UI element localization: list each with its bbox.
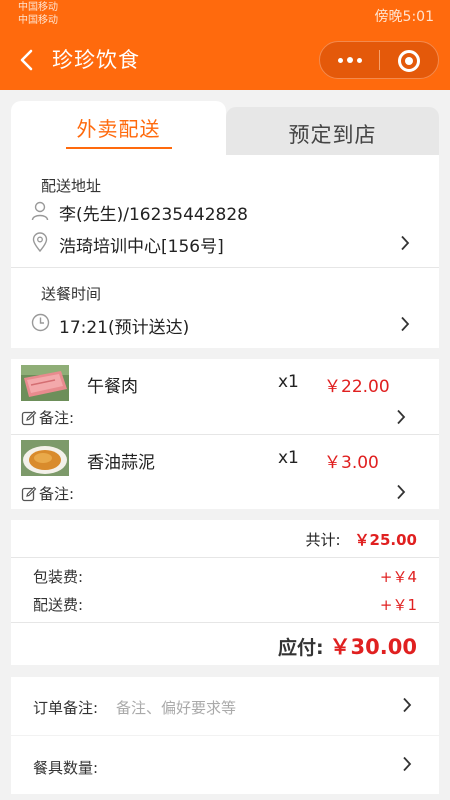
capsule-divider [379, 50, 380, 70]
location-pin-icon [32, 232, 48, 252]
payable-label: 应付: [277, 637, 324, 659]
tab-delivery-label: 外卖配送 [76, 117, 161, 141]
chevron-right-icon [401, 316, 410, 332]
tab-active-underline [66, 147, 172, 149]
note-label: 备注: [39, 409, 75, 427]
chevron-right-icon [403, 697, 412, 713]
chevron-right-icon [397, 484, 406, 500]
edit-icon [21, 486, 37, 501]
target-close-icon[interactable] [398, 50, 420, 72]
payable-value: ￥30.00 [329, 635, 417, 659]
delivery-card: 配送地址 李(先生)/16235442828 浩琦培训中心[156号] 送餐时间… [11, 155, 439, 348]
item-price: ￥22.00 [324, 377, 390, 397]
divider [11, 434, 439, 435]
utensils-label: 餐具数量: [33, 759, 99, 777]
delivery-fee-label: 配送费: [33, 596, 84, 614]
note-label: 备注: [39, 485, 75, 503]
item-note: 备注: [21, 407, 74, 428]
price-summary-card: 共计: ￥25.00 包装费: +￥4 配送费: +￥1 应付: ￥30.00 [11, 520, 439, 665]
food-thumbnail [21, 440, 69, 476]
packing-fee-value: +￥4 [379, 568, 417, 586]
divider [11, 622, 439, 623]
user-icon [31, 201, 49, 221]
delivery-fee-value: +￥1 [379, 596, 417, 614]
clock-icon [31, 313, 50, 332]
carrier-label: 中国移动 [18, 2, 58, 13]
utensils-count-row[interactable]: 餐具数量: [11, 736, 439, 794]
status-time: 傍晚5:01 [374, 9, 434, 25]
item-note: 备注: [21, 483, 74, 504]
subtotal-row: 共计: ￥25.00 [305, 529, 417, 550]
chevron-right-icon [403, 756, 412, 772]
divider [11, 557, 439, 558]
tab-delivery[interactable]: 外卖配送 [11, 101, 226, 155]
address-text: 浩琦培训中心[156号] [59, 237, 224, 257]
item-quantity: x1 [278, 448, 299, 468]
address-label: 配送地址 [41, 177, 102, 195]
more-dots-icon[interactable] [320, 42, 379, 78]
subtotal-label: 共计: [305, 531, 341, 549]
payable-row: 应付: ￥30.00 [278, 631, 417, 661]
mini-program-capsule [319, 41, 439, 79]
divider [11, 267, 439, 268]
delivery-time: 17:21(预计送达) [59, 318, 190, 338]
order-remark-row[interactable]: 订单备注: 备注、偏好要求等 [11, 677, 439, 735]
page-title: 珍珍饮食 [52, 48, 140, 72]
subtotal-value: ￥25.00 [354, 531, 417, 549]
carrier-label-secondary: 中国移动 [18, 15, 58, 26]
chevron-right-icon [401, 235, 410, 251]
edit-icon [21, 410, 37, 425]
item-name: 午餐肉 [87, 377, 138, 397]
app-header: 中国移动 中国移动 傍晚5:01 珍珍饮食 [0, 0, 450, 90]
item-quantity: x1 [278, 372, 299, 392]
contact-info: 李(先生)/16235442828 [59, 205, 248, 225]
packing-fee-label: 包装费: [33, 568, 84, 586]
chevron-left-icon[interactable] [16, 46, 40, 74]
order-remark-input[interactable]: 备注、偏好要求等 [116, 697, 236, 718]
tab-reservation[interactable]: 预定到店 [226, 107, 439, 155]
order-type-tabs: 外卖配送 预定到店 [11, 101, 439, 155]
item-name: 香油蒜泥 [87, 453, 155, 473]
order-items-card: 午餐肉 x1 ￥22.00 备注: 香油蒜泥 x1 ￥3.00 备注: [11, 359, 439, 509]
time-label: 送餐时间 [41, 285, 102, 303]
food-thumbnail [21, 365, 69, 401]
tab-reservation-label: 预定到店 [288, 123, 377, 147]
item-price: ￥3.00 [324, 453, 379, 473]
chevron-right-icon [397, 409, 406, 425]
order-remark-label: 订单备注: [33, 699, 99, 717]
